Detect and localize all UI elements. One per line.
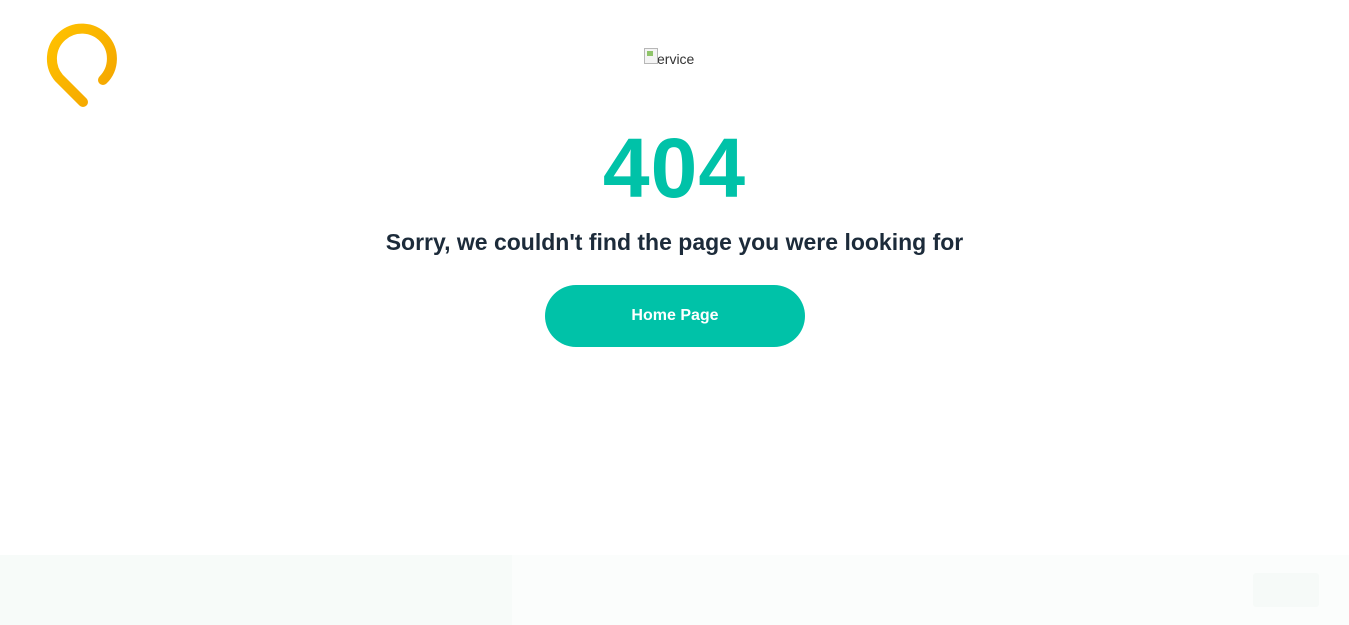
home-page-button[interactable]: Home Page [545, 285, 805, 347]
cookie-banner [0, 555, 1349, 625]
error-message: Sorry, we couldn't find the page you wer… [385, 229, 964, 255]
error-page: service 404 Sorry, we couldn't find the … [0, 0, 1349, 625]
broken-image-icon [644, 48, 658, 64]
location-pin-ring-icon [46, 23, 117, 107]
brand-logo[interactable] [46, 22, 122, 110]
error-code: 404 [602, 121, 747, 215]
cookie-banner-panel [0, 555, 512, 625]
cookie-accept-button[interactable] [1253, 573, 1319, 607]
service-image: service [644, 48, 694, 68]
